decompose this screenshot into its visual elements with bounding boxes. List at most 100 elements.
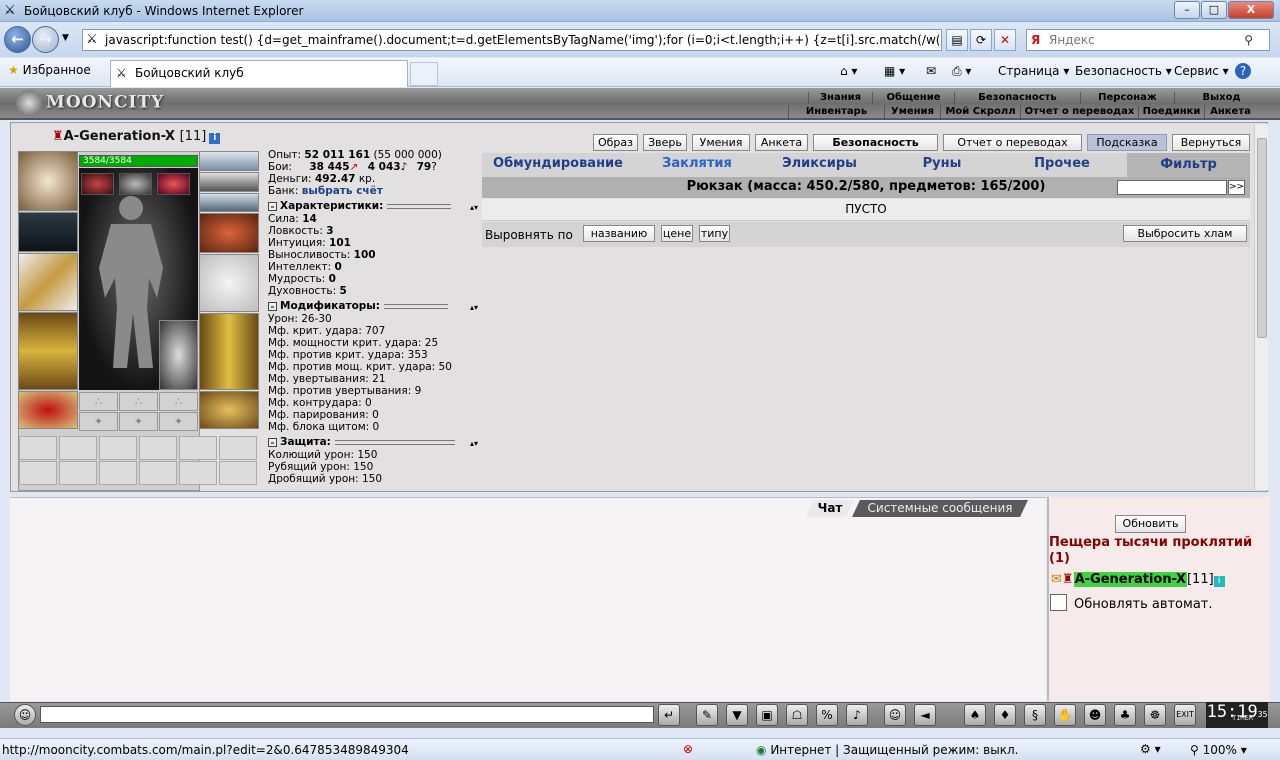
service-menu[interactable]: Сервис ▾: [1174, 64, 1229, 78]
chat-input[interactable]: [40, 706, 654, 723]
sort-by-type-button[interactable]: типу: [699, 225, 730, 242]
run-icon[interactable]: ☖: [786, 704, 808, 726]
shield-item[interactable]: [199, 254, 259, 312]
image-button[interactable]: Образ: [593, 134, 638, 151]
choose-account-link[interactable]: выбрать счёт: [302, 185, 383, 197]
info-icon[interactable]: i: [1213, 576, 1225, 587]
pet-owl-item[interactable]: [159, 320, 198, 390]
nav-exit[interactable]: Выход: [1174, 92, 1268, 104]
percent-icon[interactable]: %: [816, 704, 838, 726]
sort-by-price-button[interactable]: цене: [661, 225, 693, 242]
weapon-item[interactable]: [18, 253, 78, 311]
head-icon[interactable]: ☻: [1084, 704, 1106, 726]
online-user[interactable]: ✉♜A-Generation-X[11] i: [1051, 572, 1225, 587]
rune-slot-2[interactable]: ✦: [119, 412, 158, 431]
refresh-icon[interactable]: ⟳: [970, 29, 992, 51]
sort-by-name-button[interactable]: названию: [583, 225, 655, 242]
nav-transfers[interactable]: Отчет о переводах: [1020, 106, 1138, 118]
drop-junk-button[interactable]: Выбросить хлам: [1123, 225, 1247, 242]
send-icon[interactable]: ↵: [658, 704, 680, 726]
exit-icon[interactable]: EXIT: [1174, 704, 1196, 726]
private-message-icon[interactable]: ✉: [1051, 572, 1062, 587]
save-icon[interactable]: ▣: [756, 704, 778, 726]
nav-communication[interactable]: Общение: [872, 92, 954, 104]
bag-icon[interactable]: ♠: [964, 704, 986, 726]
new-tab-button[interactable]: [410, 62, 438, 86]
speaker-icon[interactable]: ☺: [14, 704, 36, 726]
feeds-icon[interactable]: ▦ ▾: [884, 64, 905, 78]
return-button[interactable]: Вернуться: [1172, 134, 1250, 151]
safety-menu[interactable]: Безопасность ▾: [1075, 64, 1172, 78]
pocket-slot[interactable]: [179, 436, 217, 460]
history-dropdown-icon[interactable]: ▼: [62, 33, 69, 43]
section-characteristics[interactable]: – Характеристики: ▴▾: [268, 200, 480, 213]
search-icon[interactable]: ⚲: [1244, 30, 1253, 50]
protected-mode-icon[interactable]: ⚙ ▾: [1140, 742, 1161, 756]
hint-button[interactable]: Подсказка: [1087, 134, 1167, 151]
security-button[interactable]: Безопасность: [813, 134, 938, 151]
nav-security[interactable]: Безопасность: [954, 92, 1080, 104]
help-icon[interactable]: ?: [1235, 63, 1251, 79]
section-defense[interactable]: – Защита: ▴▾: [268, 436, 480, 449]
refresh-button[interactable]: Обновить: [1115, 515, 1186, 533]
nav-anketa[interactable]: Анкета: [1204, 106, 1256, 118]
nav-inventory[interactable]: Инвентарь: [788, 106, 884, 118]
inventory-search-input[interactable]: [1117, 180, 1227, 195]
tab-system-messages[interactable]: Системные сообщения: [852, 500, 1028, 517]
pocket-slot[interactable]: [219, 436, 257, 460]
tab-other[interactable]: Прочее: [1007, 156, 1117, 171]
popup-blocked-icon[interactable]: ⊗: [683, 742, 693, 756]
anketa-button[interactable]: Анкета: [755, 134, 808, 151]
nav-character[interactable]: Персонаж: [1080, 92, 1174, 104]
filter-icon[interactable]: ▼: [726, 704, 748, 726]
info-icon[interactable]: i: [209, 133, 221, 144]
buff-spirit-icon[interactable]: [119, 173, 152, 195]
speaker-off-icon[interactable]: ◄: [914, 704, 936, 726]
amulet-item[interactable]: [199, 172, 259, 192]
nav-knowledge[interactable]: Знания: [808, 92, 872, 104]
maximize-button[interactable]: □: [1201, 1, 1227, 19]
bracers-item[interactable]: [18, 212, 78, 252]
tab-spells[interactable]: Заклятия: [642, 156, 752, 171]
gloves-item[interactable]: [199, 213, 259, 253]
minimize-button[interactable]: –: [1174, 1, 1200, 19]
mail-icon[interactable]: ✉: [926, 64, 936, 78]
tab-elixirs[interactable]: Эликсиры: [762, 156, 877, 171]
address-bar[interactable]: ⚔ javascript:function test() {d=get_main…: [82, 29, 942, 51]
browser-tab[interactable]: ⚔ Бойцовский клуб: [110, 60, 408, 87]
favorites-button[interactable]: ★ Избранное: [8, 63, 91, 77]
tab-filter[interactable]: Фильтр: [1127, 153, 1250, 177]
belt-item[interactable]: [18, 391, 78, 429]
hand-icon[interactable]: ✋: [1054, 704, 1076, 726]
close-window-button[interactable]: X: [1228, 1, 1274, 19]
pocket-slot[interactable]: [139, 461, 177, 485]
pocket-slot[interactable]: [219, 461, 257, 485]
earrings-item[interactable]: [199, 151, 259, 171]
rune-slot-1[interactable]: ✦: [79, 412, 118, 431]
rune-slot-3[interactable]: ✦: [159, 412, 198, 431]
ring-slot-3[interactable]: ∴: [159, 392, 198, 411]
inventory-search-button[interactable]: >>: [1228, 180, 1245, 195]
compat-view-icon[interactable]: ▤: [946, 29, 968, 51]
back-button[interactable]: ←: [4, 26, 31, 53]
nav-fights[interactable]: Поединки: [1138, 106, 1204, 118]
rings-item[interactable]: [199, 193, 259, 212]
stop-icon[interactable]: ✕: [994, 29, 1016, 51]
tab-runes[interactable]: Руны: [887, 156, 997, 171]
main-scrollbar[interactable]: [1254, 124, 1268, 490]
group-icon[interactable]: ♣: [1114, 704, 1136, 726]
pocket-slot[interactable]: [139, 436, 177, 460]
ring-slot-1[interactable]: ∴: [79, 392, 118, 411]
pocket-slot[interactable]: [19, 436, 57, 460]
transfers-report-button[interactable]: Отчет о переводах: [943, 134, 1082, 151]
page-menu[interactable]: Страница ▾: [998, 64, 1069, 78]
search-input[interactable]: Я Яндекс ⚲: [1026, 29, 1270, 51]
scroll-icon[interactable]: §: [1024, 704, 1046, 726]
leggings-item[interactable]: [199, 313, 259, 390]
pocket-slot[interactable]: [99, 461, 137, 485]
sound-icon[interactable]: ♪: [846, 704, 868, 726]
auto-refresh-checkbox[interactable]: [1050, 594, 1067, 611]
smile-icon[interactable]: ☺: [884, 704, 906, 726]
pocket-slot[interactable]: [19, 461, 57, 485]
tab-equipment[interactable]: Обмундирование: [482, 156, 634, 171]
